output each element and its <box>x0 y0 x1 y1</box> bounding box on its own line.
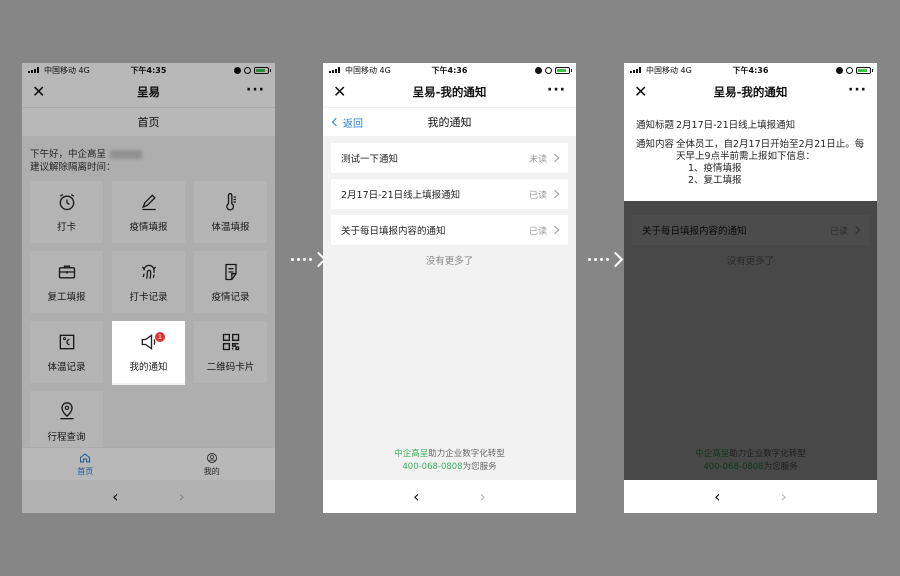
lock-rotation-icon <box>846 66 853 74</box>
page-title: 我的通知 <box>427 116 472 129</box>
footer-brand: 中企高呈 <box>394 449 429 459</box>
page-title-bar: 返回 我的通知 <box>323 107 576 136</box>
notice-row[interactable]: 关于每日填报内容的通知 已读 <box>331 215 568 245</box>
carrier-label: 中国移动 <box>646 65 678 75</box>
signal-icon <box>329 67 342 73</box>
network-label: 4G <box>379 65 391 75</box>
browser-bottom-bar: ‹ › <box>624 480 877 513</box>
forward-arrow-icon[interactable]: › <box>480 487 486 506</box>
notice-status: 已读 <box>529 224 560 237</box>
unread-badge: 1 <box>155 332 165 342</box>
back-label: 返回 <box>343 118 363 130</box>
status-bar: 中国移动 4G 下午4:36 <box>323 63 576 77</box>
detail-content-label: 通知内容 <box>636 139 675 150</box>
nav-title: 呈易-我的通知 <box>713 85 788 99</box>
more-icon[interactable]: ··· <box>547 82 566 98</box>
flow-arrow <box>588 251 624 268</box>
back-button[interactable]: 返回 <box>331 115 363 130</box>
tile-my-notices[interactable]: 1 我的通知 <box>112 321 185 383</box>
tile-label: 我的通知 <box>129 361 168 373</box>
detail-title-label: 通知标题 <box>636 120 675 131</box>
battery-icon <box>856 66 873 74</box>
browser-bottom-bar: ‹ › <box>323 480 576 513</box>
footer-service: 为您服务 <box>462 462 497 472</box>
status-bar: 中国移动 4G 下午4:36 <box>624 63 877 77</box>
close-icon[interactable]: ✕ <box>634 83 647 101</box>
footer-slogan: 助力企业数字化转型 <box>428 449 505 459</box>
dim-overlay <box>22 321 112 385</box>
battery-icon <box>555 66 572 74</box>
chevron-left-icon <box>331 117 341 127</box>
dim-overlay <box>185 321 275 385</box>
chevron-right-icon <box>550 189 560 199</box>
notice-title: 测试一下通知 <box>341 154 399 165</box>
nav-bar: ✕ 呈易-我的通知 ··· <box>624 77 877 107</box>
more-icon[interactable]: ··· <box>848 82 867 98</box>
notice-title: 2月17日-21日线上填报通知 <box>341 190 461 201</box>
chevron-right-icon <box>550 225 560 235</box>
notice-status: 未读 <box>529 152 560 165</box>
notice-detail-panel: 通知标题 2月17日-21日线上填报通知 通知内容 全体员工，自2月17日开始至… <box>624 107 877 201</box>
back-arrow-icon[interactable]: ‹ <box>413 487 419 506</box>
forward-arrow-icon[interactable]: › <box>781 487 787 506</box>
detail-item: 2、复工填报 <box>688 175 742 186</box>
notice-row[interactable]: 2月17日-21日线上填报通知 已读 <box>331 179 568 209</box>
carrier-label: 中国移动 <box>345 65 377 75</box>
detail-title-value: 2月17日-21日线上填报通知 <box>676 120 796 131</box>
close-icon[interactable]: ✕ <box>333 83 346 101</box>
alarm-icon <box>535 66 542 74</box>
notice-row[interactable]: 测试一下通知 未读 <box>331 143 568 173</box>
chevron-right-icon <box>550 153 560 163</box>
alarm-icon <box>836 66 843 74</box>
dim-overlay <box>22 385 275 513</box>
notice-list: 测试一下通知 未读 2月17日-21日线上填报通知 已读 关于每日填报内容的通知 已读… <box>331 143 568 267</box>
network-label: 4G <box>680 65 692 75</box>
lock-rotation-icon <box>545 66 552 74</box>
no-more-label: 没有更多了 <box>425 256 474 267</box>
dim-overlay <box>22 63 275 321</box>
footer: 中企高呈助力企业数字化转型 400-068-0808为您服务 <box>323 448 576 474</box>
phone-screen-notices: 中国移动 4G 下午4:36 ✕ 呈易-我的通知 ··· 返回 我的通知 测试一… <box>323 63 576 513</box>
detail-content-value: 全体员工，自2月17日开始至2月21日止。每天早上9点半前需上报如下信息： <box>676 139 865 162</box>
footer-phone[interactable]: 400-068-0808 <box>402 462 462 472</box>
signal-icon <box>630 67 643 73</box>
nav-title: 呈易-我的通知 <box>412 85 487 99</box>
back-arrow-icon[interactable]: ‹ <box>714 487 720 506</box>
phone-screen-notice-detail: 中国移动 4G 下午4:36 ✕ 呈易-我的通知 ··· 关于每日填报内容的通知… <box>624 63 877 513</box>
notice-status: 已读 <box>529 188 560 201</box>
modal-backdrop[interactable] <box>624 201 877 480</box>
detail-item: 1、疫情填报 <box>688 163 742 174</box>
phone-screen-home: 中国移动 4G 下午4:35 ✕ 呈易 ··· 首页 下午好，中企高呈 建议解除… <box>22 63 275 513</box>
nav-bar: ✕ 呈易-我的通知 ··· <box>323 77 576 107</box>
notice-title: 关于每日填报内容的通知 <box>341 226 446 237</box>
flow-arrow <box>291 251 327 268</box>
